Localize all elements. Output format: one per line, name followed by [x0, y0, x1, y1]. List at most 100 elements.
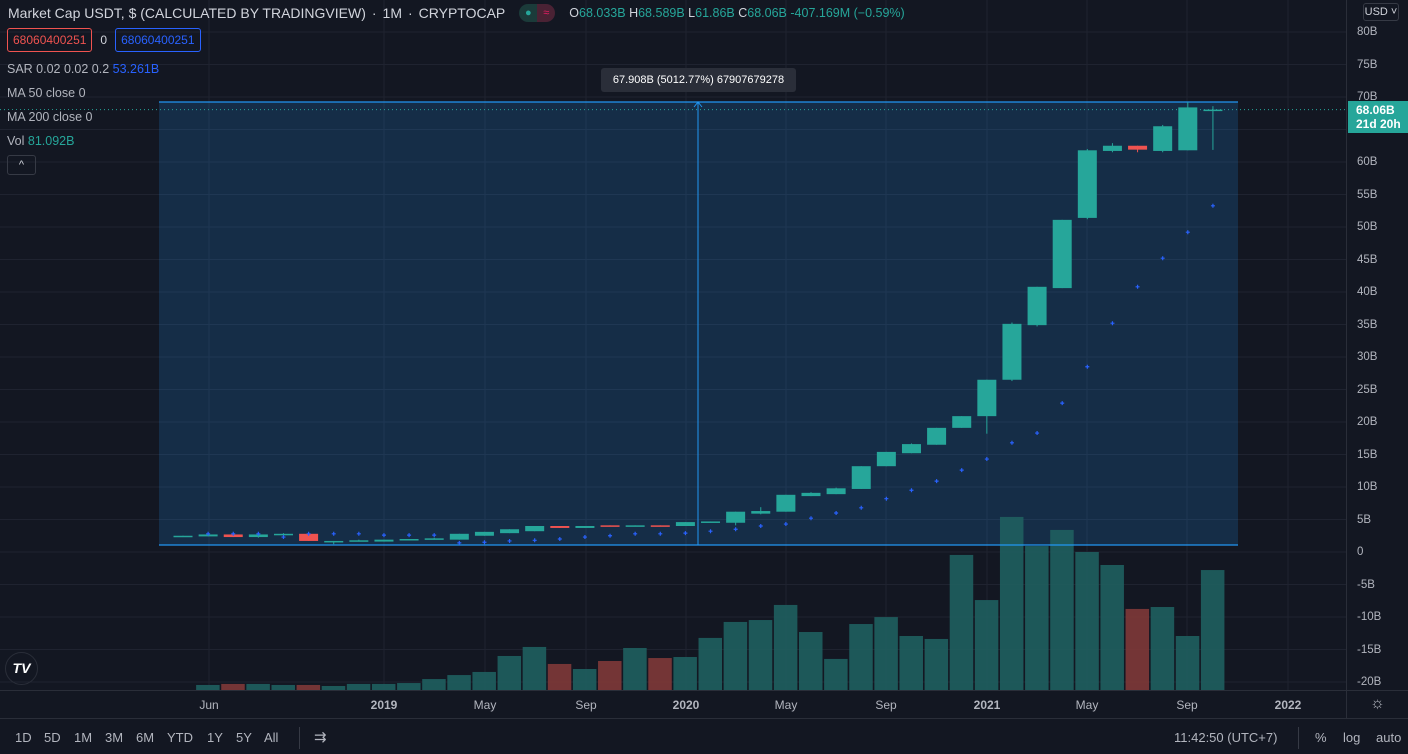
- candle-body: [1178, 107, 1198, 151]
- candle-body: [1052, 219, 1072, 289]
- log-toggle[interactable]: log: [1343, 730, 1360, 745]
- time-tick-label: Sep: [1176, 698, 1198, 712]
- market-status-pill[interactable]: ● ≈: [519, 4, 556, 22]
- goto-date-icon[interactable]: ⇉: [314, 728, 327, 746]
- symbol-title[interactable]: Market Cap USDT, $ (CALCULATED BY TRADIN…: [8, 5, 366, 21]
- price-tick-label: 5B: [1357, 513, 1372, 526]
- volume-bar: [497, 655, 522, 690]
- price-tick-label: -15B: [1357, 643, 1382, 656]
- candle-body: [1128, 145, 1148, 150]
- volume-bar: [397, 683, 421, 690]
- candle-body: [525, 526, 545, 532]
- price-tick-label: -10B: [1357, 611, 1382, 623]
- candle-body: [776, 494, 796, 512]
- currency-select[interactable]: USD ˅: [1363, 3, 1399, 21]
- volume-bar: [773, 604, 798, 690]
- range-6m[interactable]: 6M: [136, 730, 154, 745]
- price-tick-label: 80B: [1357, 26, 1378, 38]
- market-open-icon: ●: [519, 4, 538, 22]
- candle-body: [952, 416, 972, 428]
- sell-button[interactable]: 68060400251: [7, 28, 93, 52]
- volume-bar: [547, 663, 572, 690]
- time-tick-label: 2020: [672, 698, 700, 712]
- candle-body: [675, 522, 695, 526]
- price-tick-label: 45B: [1357, 253, 1378, 266]
- candle-body: [1102, 145, 1122, 151]
- volume-bar: [648, 658, 672, 690]
- candle-body: [701, 521, 721, 523]
- candle-body: [726, 511, 746, 523]
- volume-bar: [974, 600, 999, 690]
- candle-body: [474, 531, 494, 536]
- price-tick-label: 60B: [1357, 156, 1378, 168]
- price-tick-label: 0: [1357, 546, 1364, 558]
- interval[interactable]: 1M: [383, 5, 402, 21]
- candle-body: [1027, 286, 1047, 326]
- volume-indicator[interactable]: Vol 81.092B: [7, 134, 74, 148]
- price-tick-label: -5B: [1357, 578, 1375, 591]
- time-tick-label: Sep: [575, 698, 597, 712]
- range-all[interactable]: All: [264, 730, 278, 745]
- percent-toggle[interactable]: %: [1315, 730, 1327, 745]
- price-tick-label: 50B: [1357, 221, 1378, 233]
- price-tick-label: -20B: [1357, 676, 1382, 688]
- time-axis[interactable]: ☼ Jun 2019 May Sep 2020 May Sep 2021 May Sep 2022: [0, 690, 1408, 719]
- volume-bar: [1025, 546, 1049, 690]
- candle-body: [1153, 126, 1173, 151]
- range-ytd[interactable]: YTD: [167, 730, 193, 745]
- range-1y[interactable]: 1Y: [207, 730, 223, 745]
- candle-body: [625, 525, 645, 527]
- volume-bar: [598, 661, 622, 690]
- range-1d[interactable]: 1D: [15, 730, 32, 745]
- sar-indicator[interactable]: SAR 0.02 0.02 0.2 53.261B: [7, 62, 159, 76]
- candle-body: [550, 526, 570, 528]
- price-chart[interactable]: [0, 0, 1346, 690]
- candle-body: [826, 488, 846, 495]
- clock-timezone[interactable]: 11:42:50 (UTC+7): [1174, 730, 1277, 745]
- ohlc-values: O68.033B H68.589B L61.86B C68.06B -407.1…: [569, 6, 905, 20]
- tradingview-logo[interactable]: TV: [5, 652, 38, 685]
- candle-body: [876, 451, 896, 467]
- price-tick-label: 20B: [1357, 416, 1378, 428]
- candle-body: [1077, 150, 1097, 218]
- range-1m[interactable]: 1M: [74, 730, 92, 745]
- candle-body: [349, 540, 369, 542]
- ma200-indicator[interactable]: MA 200 close 0: [7, 110, 93, 124]
- candle-body: [650, 525, 670, 527]
- range-5y[interactable]: 5Y: [236, 730, 252, 745]
- settings-gear-icon[interactable]: ☼: [1346, 691, 1408, 719]
- volume-bar: [572, 668, 597, 690]
- price-tick-label: 25B: [1357, 383, 1378, 396]
- current-price-label: 68.06B 21d 20h: [1348, 101, 1408, 133]
- volume-bar: [899, 636, 923, 690]
- range-5d[interactable]: 5D: [44, 730, 61, 745]
- volume-bar: [522, 646, 547, 690]
- volume-bar: [422, 679, 446, 690]
- candle-body: [751, 511, 771, 514]
- time-tick-label: Sep: [875, 698, 897, 712]
- time-tick-label: May: [774, 698, 798, 712]
- price-tick-label: 15B: [1357, 448, 1378, 461]
- candle-body: [374, 539, 394, 542]
- auto-toggle[interactable]: auto: [1376, 730, 1401, 745]
- measure-tooltip: 67.908B (5012.77%) 67907679278: [601, 68, 796, 92]
- range-3m[interactable]: 3M: [105, 730, 123, 745]
- data-delay-icon: ≈: [537, 4, 556, 22]
- volume-bar: [748, 620, 773, 690]
- price-axis[interactable]: -20B -15B -10B -5B 0 5B 10B 15B 20B 25B 30B 35B 40B 4…: [1346, 0, 1408, 690]
- price-tick-label: 55B: [1357, 188, 1378, 201]
- candle-body: [324, 540, 344, 543]
- volume-bar: [924, 638, 949, 690]
- ma50-indicator[interactable]: MA 50 close 0: [7, 86, 86, 100]
- collapse-legend-button[interactable]: ^: [7, 155, 36, 175]
- time-tick-label: 2019: [370, 698, 398, 712]
- candle-body: [600, 525, 620, 527]
- volume-bar: [1050, 529, 1074, 690]
- volume-bar: [874, 617, 898, 690]
- volume-bar: [1075, 551, 1099, 690]
- candle-body: [801, 492, 821, 497]
- buy-button[interactable]: 68060400251: [115, 28, 201, 52]
- volume-bar: [698, 637, 723, 690]
- candle-body: [977, 379, 997, 417]
- volume-bar: [1175, 636, 1200, 690]
